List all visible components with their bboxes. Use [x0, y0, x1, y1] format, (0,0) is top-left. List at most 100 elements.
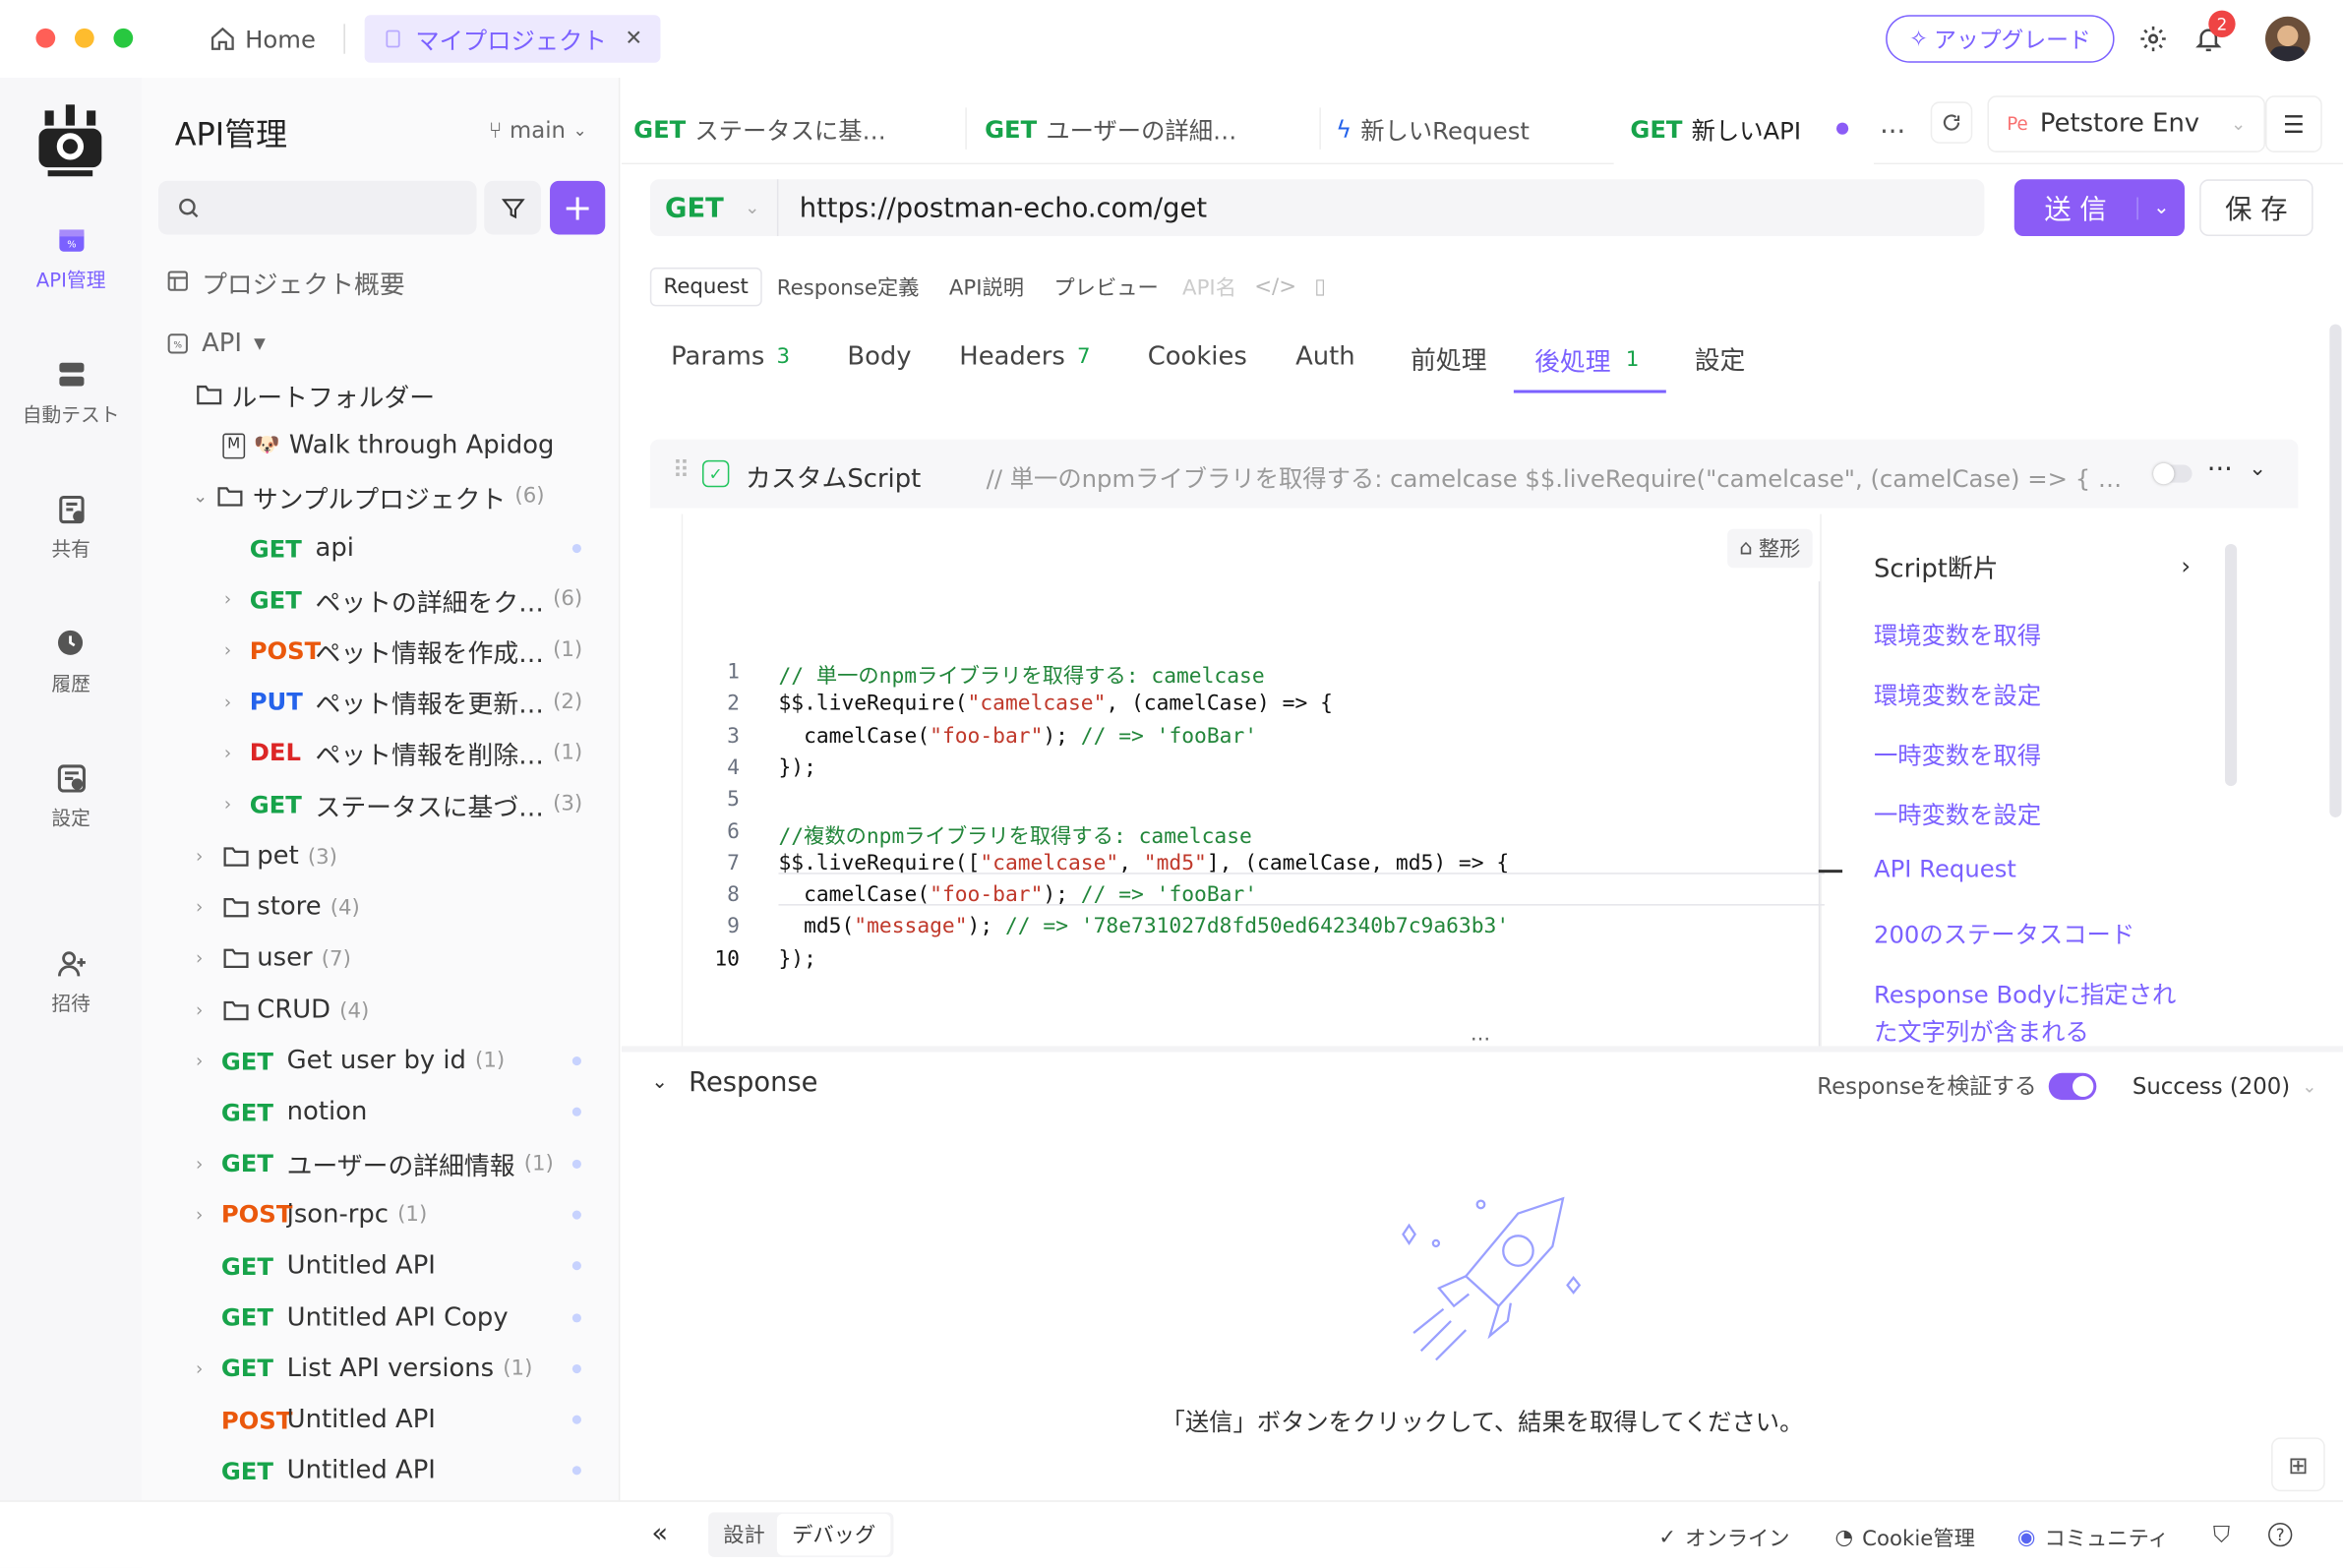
minimize-window-button[interactable] [74, 28, 94, 48]
rail-api-management[interactable]: % API管理 [0, 224, 142, 293]
tab-cookies[interactable]: Cookies [1148, 329, 1247, 386]
tab-headers[interactable]: Headers 7 [959, 329, 1090, 386]
rail-share[interactable]: 共有 [0, 493, 142, 562]
folder-item[interactable]: › user (7) [142, 934, 620, 985]
snippet-item[interactable]: 環境変数を設定 [1874, 676, 2041, 711]
chevron-right-icon[interactable]: › [224, 794, 231, 814]
walk-through-item[interactable]: M 🐶 Walk through Apidog [142, 420, 620, 471]
request-tab-2[interactable]: GET ユーザーの詳細… [985, 92, 1298, 164]
sample-project-folder[interactable]: ⌄ サンプルプロジェクト (6) [142, 471, 620, 522]
sample-api-item[interactable]: › GET ステータスに基づ… (3) [142, 778, 620, 829]
project-overview-item[interactable]: プロジェクト概要 [142, 256, 620, 307]
code-editor[interactable]: ⌂ 整形 1 // 単一のnpmライブラリを取得する: camelcase 2 $$.… [681, 513, 1843, 1053]
api-item[interactable]: › GET List API versions (1) [142, 1343, 620, 1394]
tab-pre-processing[interactable]: 前処理 [1411, 329, 1486, 386]
mode-tab-docs[interactable]: API説明 [934, 266, 1040, 308]
chevron-right-icon[interactable]: › [224, 692, 231, 712]
format-button[interactable]: ⌂ 整形 [1727, 528, 1813, 569]
cookie-manager[interactable]: ◔ Cookie管理 [1834, 1523, 1974, 1552]
rail-history[interactable]: 履歴 [0, 628, 142, 696]
chevron-right-icon[interactable]: › [224, 743, 231, 763]
api-item[interactable]: POST Untitled API [142, 1394, 620, 1445]
shirt-icon[interactable]: ⛉ [2213, 1521, 2230, 1547]
collapse-sidebar-icon[interactable]: « [651, 1518, 668, 1549]
snippet-item[interactable]: 一時変数を取得 [1874, 735, 2041, 770]
request-tab-4[interactable]: GET 新しいAPI [1630, 92, 1869, 164]
url-input[interactable]: https://postman-echo.com/get [778, 192, 1207, 223]
filter-button[interactable] [484, 180, 541, 235]
tab-params[interactable]: Params 3 [671, 329, 790, 386]
send-button[interactable]: 送 信 ⌄ [2013, 179, 2185, 237]
environment-selector[interactable]: Pe Petstore Env ⌄ [1987, 95, 2266, 152]
folder-item[interactable]: › store (4) [142, 882, 620, 934]
api-root-item[interactable]: % API ▼ [142, 319, 620, 370]
api-item[interactable]: › POST json-rpc (1) [142, 1189, 620, 1240]
chevron-right-icon[interactable]: › [196, 1051, 203, 1071]
chevron-down-icon[interactable]: ⌄ [2302, 1075, 2316, 1096]
chevron-right-icon[interactable]: › [196, 999, 203, 1020]
tab-auth[interactable]: Auth [1295, 329, 1355, 386]
chevron-right-icon[interactable]: › [196, 1153, 203, 1174]
maximize-window-button[interactable] [113, 28, 134, 48]
chevron-right-icon[interactable]: › [196, 1358, 203, 1379]
save-button[interactable]: 保 存 [2199, 179, 2313, 237]
chevron-right-icon[interactable]: › [196, 948, 203, 969]
response-header[interactable]: ⌄ Response [651, 1067, 817, 1099]
refresh-button[interactable] [1930, 101, 1973, 144]
online-status[interactable]: ✓ オンライン [1658, 1523, 1789, 1552]
chevron-right-icon[interactable]: › [196, 846, 203, 867]
project-tab[interactable]: マイプロジェクト ✕ [364, 15, 661, 63]
api-item[interactable]: GET Untitled API [142, 1240, 620, 1292]
sample-api-item[interactable]: › PUT ペット情報を更新… (2) [142, 677, 620, 728]
chevron-right-icon[interactable]: › [196, 897, 203, 918]
more-icon[interactable]: ··· [2207, 454, 2233, 486]
folder-item[interactable]: › CRUD (4) [142, 984, 620, 1035]
code-icon[interactable]: </> [1245, 275, 1305, 299]
mode-tab-request[interactable]: Request [649, 267, 762, 307]
more-tabs-icon[interactable]: ··· [1880, 116, 1905, 148]
api-item[interactable]: GET Untitled API Copy [142, 1292, 620, 1343]
debug-tab[interactable]: デバッグ [776, 1513, 891, 1556]
rail-auto-test[interactable]: 自動テスト [0, 359, 142, 427]
chevron-right-icon[interactable]: › [224, 589, 231, 610]
chevron-right-icon[interactable]: › [196, 1204, 203, 1225]
method-select[interactable]: GET ⌄ [650, 179, 779, 237]
check-icon[interactable]: ✓ [701, 459, 730, 488]
request-tab-3[interactable]: ϟ 新しいRequest [1336, 92, 1590, 164]
api-item[interactable]: › GET ユーザーの詳細情報 (1) [142, 1138, 620, 1189]
snippet-item[interactable]: Response Bodyに指定され [1874, 974, 2176, 1009]
snippet-scrollbar[interactable] [2224, 543, 2238, 787]
add-button[interactable]: + [550, 180, 606, 235]
upgrade-button[interactable]: ✧ アップグレード [1886, 15, 2115, 63]
tab-body[interactable]: Body [847, 329, 911, 386]
request-tab-1[interactable]: GET ステータスに基… [633, 92, 947, 164]
avatar[interactable] [2265, 16, 2311, 62]
tab-post-processing[interactable]: 後処理 1 [1513, 329, 1666, 393]
enable-toggle[interactable] [2153, 462, 2193, 485]
community-link[interactable]: ◉ コミュニティ [2017, 1523, 2169, 1552]
menu-button[interactable]: ☰ [2265, 95, 2322, 152]
api-item[interactable]: › GET Get user by id (1) [142, 1036, 620, 1087]
folder-item[interactable]: › pet (3) [142, 831, 620, 882]
sample-api-item[interactable]: GET api [142, 523, 620, 574]
sample-api-item[interactable]: › GET ペットの詳細をク… (6) [142, 574, 620, 626]
api-item[interactable]: GET notion [142, 1087, 620, 1138]
rail-invite[interactable]: 招待 [0, 947, 142, 1016]
branch-selector[interactable]: ⑂ main ⌄ [489, 116, 587, 143]
snippet-item[interactable]: た文字列が含まれる [1874, 1011, 2089, 1047]
settings-icon[interactable] [2138, 24, 2168, 59]
mode-tab-response[interactable]: Response定義 [762, 266, 934, 308]
main-scrollbar[interactable] [2329, 324, 2342, 817]
search-input[interactable] [158, 180, 477, 235]
drag-handle-icon[interactable]: ⠿ [673, 455, 691, 484]
layout-toggle-button[interactable]: ⊞ [2271, 1437, 2325, 1492]
design-tab[interactable]: 設計 [711, 1514, 777, 1556]
snippet-item[interactable]: API Request [1874, 855, 2016, 883]
snippet-item[interactable]: 一時変数を設定 [1874, 795, 2041, 830]
tab-settings[interactable]: 設定 [1695, 329, 1746, 386]
sample-api-item[interactable]: › POST ペット情報を作成… (1) [142, 626, 620, 677]
close-tab-icon[interactable]: ✕ [625, 27, 642, 50]
panel-icon[interactable]: ▯ [1305, 275, 1335, 299]
drag-dots-icon[interactable]: ··· [1471, 1028, 1490, 1052]
script-header[interactable]: ⠿ ✓ カスタムScript // 単一のnpmライブラリを取得する: came… [649, 439, 2299, 509]
